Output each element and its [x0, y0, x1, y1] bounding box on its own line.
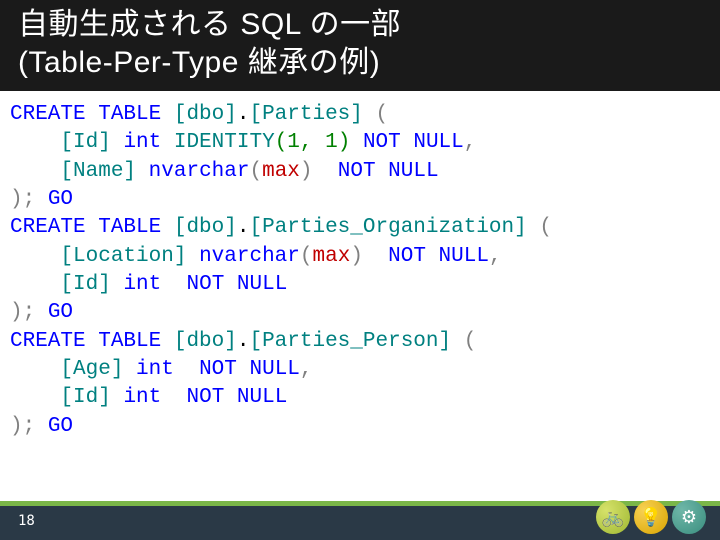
- paren-close: ): [350, 245, 363, 268]
- paren-open: (: [376, 103, 389, 126]
- dot: .: [237, 216, 250, 239]
- col-location: [Location]: [60, 245, 186, 268]
- dot: .: [237, 103, 250, 126]
- kw-not-null: NOT NULL: [338, 160, 439, 183]
- kw-not-null: NOT NULL: [363, 131, 464, 154]
- kw-create-table: CREATE TABLE: [10, 330, 161, 353]
- schema: [dbo]: [174, 103, 237, 126]
- sql-code-block: CREATE TABLE [dbo].[Parties] ( [Id] int …: [0, 91, 720, 502]
- col-id: [Id]: [60, 386, 110, 409]
- kw-int: int: [123, 131, 161, 154]
- kw-max: max: [262, 160, 300, 183]
- kw-go: GO: [48, 188, 73, 211]
- kw-go: GO: [48, 415, 73, 438]
- kw-int: int: [123, 273, 161, 296]
- stmt-end: );: [10, 301, 35, 324]
- slide-title: 自動生成される SQL の一部 (Table-Per-Type 継承の例): [18, 6, 702, 81]
- comma: ,: [489, 245, 502, 268]
- schema: [dbo]: [174, 216, 237, 239]
- bulb-icon: 💡: [634, 500, 668, 534]
- col-age: [Age]: [60, 358, 123, 381]
- title-line-1: 自動生成される SQL の一部: [18, 8, 401, 41]
- paren-open: (: [539, 216, 552, 239]
- title-bar: 自動生成される SQL の一部 (Table-Per-Type 継承の例): [0, 0, 720, 91]
- paren-open: (: [249, 160, 262, 183]
- page-number: 18: [18, 513, 35, 529]
- kw-go: GO: [48, 301, 73, 324]
- comma: ,: [300, 358, 313, 381]
- col-name: [Name]: [60, 160, 136, 183]
- stmt-end: );: [10, 188, 35, 211]
- title-line-2: (Table-Per-Type 継承の例): [18, 46, 380, 79]
- paren-open: (: [300, 245, 313, 268]
- kw-create-table: CREATE TABLE: [10, 103, 161, 126]
- kw-create-table: CREATE TABLE: [10, 216, 161, 239]
- bike-icon: 🚲: [596, 500, 630, 534]
- kw-not-null: NOT NULL: [199, 358, 300, 381]
- dot: .: [237, 330, 250, 353]
- col-id: [Id]: [60, 273, 110, 296]
- kw-max: max: [313, 245, 351, 268]
- paren-open: (: [464, 330, 477, 353]
- footer-badges: 🚲 💡: [596, 500, 706, 534]
- table-parties-person: [Parties_Person]: [249, 330, 451, 353]
- stmt-end: );: [10, 415, 35, 438]
- kw-not-null: NOT NULL: [186, 386, 287, 409]
- kw-nvarchar: nvarchar: [199, 245, 300, 268]
- kw-int: int: [123, 386, 161, 409]
- paren-close: ): [300, 160, 313, 183]
- slide: 自動生成される SQL の一部 (Table-Per-Type 継承の例) CR…: [0, 0, 720, 540]
- schema: [dbo]: [174, 330, 237, 353]
- table-parties: [Parties]: [249, 103, 362, 126]
- col-id: [Id]: [60, 131, 110, 154]
- footer: 18 🚲 💡: [0, 502, 720, 540]
- comma: ,: [464, 131, 477, 154]
- gear-icon: [672, 500, 706, 534]
- identity-args: (1, 1): [275, 131, 351, 154]
- kw-nvarchar: nvarchar: [149, 160, 250, 183]
- kw-identity: IDENTITY: [174, 131, 275, 154]
- kw-not-null: NOT NULL: [388, 245, 489, 268]
- kw-int: int: [136, 358, 174, 381]
- kw-not-null: NOT NULL: [186, 273, 287, 296]
- table-parties-org: [Parties_Organization]: [249, 216, 526, 239]
